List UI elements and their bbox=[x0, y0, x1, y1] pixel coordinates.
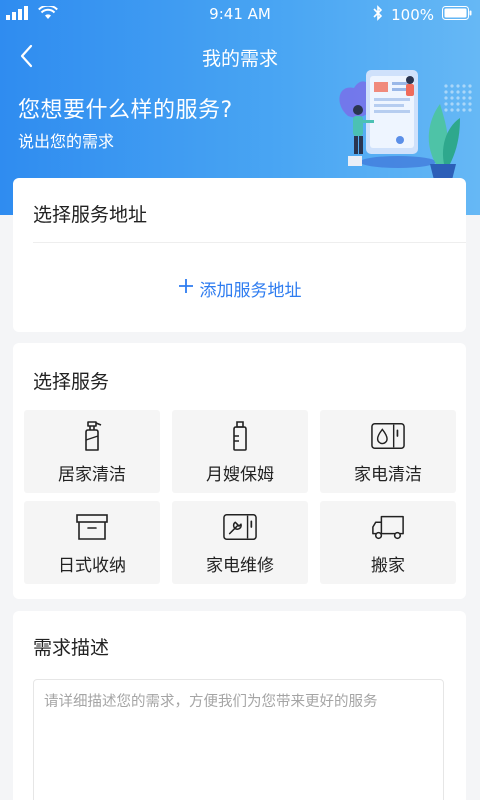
service-item-home-cleaning[interactable]: 居家清洁 bbox=[24, 410, 160, 493]
hero-title: 您想要什么样的服务? bbox=[18, 98, 233, 123]
wrench-appliance-icon bbox=[223, 511, 257, 543]
truck-icon bbox=[371, 511, 405, 543]
service-item-nanny[interactable]: 月嫂保姆 bbox=[172, 410, 308, 493]
add-address-button[interactable]: 添加服务地址 bbox=[13, 276, 466, 301]
service-item-storage[interactable]: 日式收纳 bbox=[24, 501, 160, 584]
services-card: 选择服务 居家清洁 月嫂保姆 家电清洁 日式收纳 家电维修 搬家 bbox=[13, 343, 466, 599]
spray-bottle-icon bbox=[75, 420, 109, 452]
washing-machine-icon bbox=[371, 420, 405, 452]
address-section-title: 选择服务地址 bbox=[33, 204, 148, 226]
service-item-appliance-repair[interactable]: 家电维修 bbox=[172, 501, 308, 584]
service-label: 日式收纳 bbox=[58, 556, 126, 576]
service-label: 搬家 bbox=[371, 556, 405, 576]
services-section-title: 选择服务 bbox=[33, 371, 110, 393]
hero-illustration bbox=[328, 64, 476, 182]
battery-percent: 100% bbox=[391, 6, 434, 24]
plus-icon bbox=[178, 277, 194, 299]
description-card: 需求描述 bbox=[13, 611, 466, 800]
description-textarea[interactable] bbox=[33, 679, 444, 800]
hero-subtitle: 说出您的需求 bbox=[18, 132, 115, 151]
service-item-appliance-cleaning[interactable]: 家电清洁 bbox=[320, 410, 456, 493]
add-address-label: 添加服务地址 bbox=[199, 281, 302, 301]
service-label: 月嫂保姆 bbox=[206, 465, 274, 485]
status-bar: 9:41 AM 100% bbox=[0, 0, 480, 28]
bluetooth-icon bbox=[373, 5, 383, 25]
storage-box-icon bbox=[75, 511, 109, 543]
description-section-title: 需求描述 bbox=[33, 637, 110, 659]
divider bbox=[33, 242, 466, 243]
service-label: 家电清洁 bbox=[354, 465, 422, 485]
service-grid: 居家清洁 月嫂保姆 家电清洁 日式收纳 家电维修 搬家 bbox=[24, 410, 456, 584]
address-card: 选择服务地址 添加服务地址 bbox=[13, 178, 466, 332]
service-label: 家电维修 bbox=[206, 556, 274, 576]
battery-icon bbox=[442, 6, 472, 24]
service-item-moving[interactable]: 搬家 bbox=[320, 501, 456, 584]
baby-bottle-icon bbox=[223, 420, 257, 452]
service-label: 居家清洁 bbox=[58, 465, 126, 485]
